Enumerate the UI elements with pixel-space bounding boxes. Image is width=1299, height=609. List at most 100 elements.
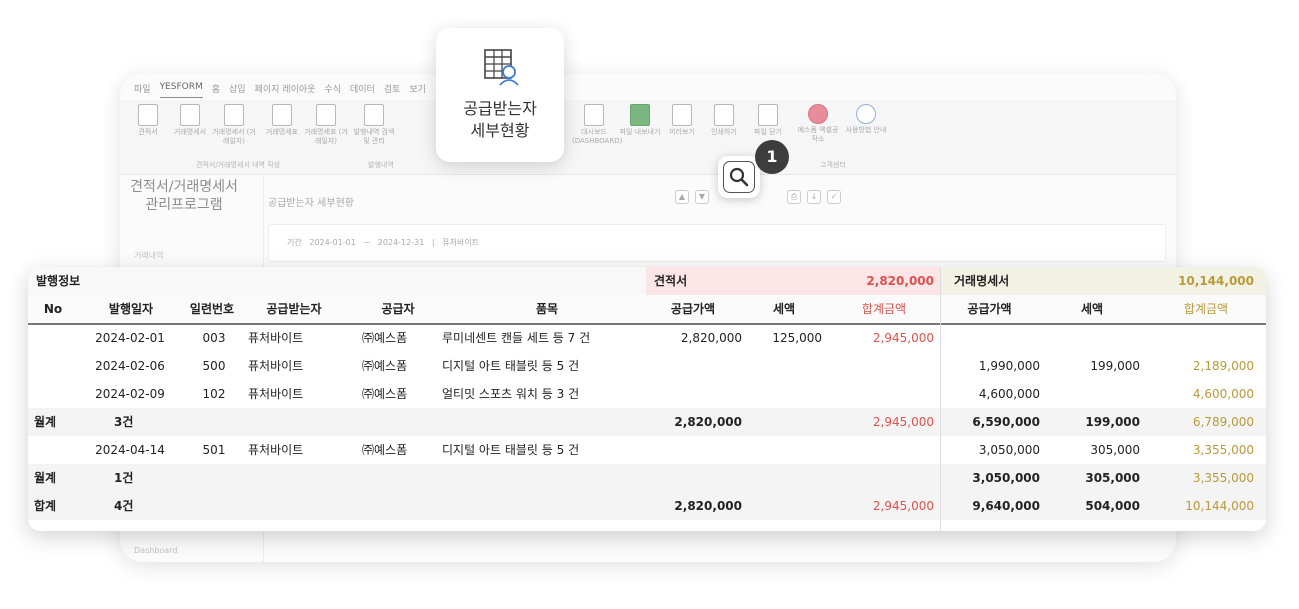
cell-serial: 003: [202, 331, 226, 345]
cell-s-supply: 9,640,000: [972, 499, 1040, 513]
column-header: 공급가액: [967, 302, 1012, 316]
cell-q-tax: [756, 492, 822, 520]
subtotal-row[interactable]: 월계 3건 2,820,000 2,945,000 6,590,000 199,000 6,…: [28, 408, 1266, 436]
cell-q-supply: [654, 464, 742, 492]
print-icon[interactable]: ⎙: [787, 190, 801, 204]
subview-title: 공급받는자 세부현황: [268, 198, 354, 209]
menu-item[interactable]: 수식: [324, 82, 341, 98]
cell-s-total: 3,355,000: [1192, 443, 1254, 457]
cell-q-supply: 2,820,000: [680, 331, 742, 345]
ribbon-button[interactable]: 거래명세서: [168, 104, 212, 137]
ribbon-button[interactable]: 파일 닫기: [746, 104, 790, 137]
cell-buyer: [248, 464, 344, 492]
ribbon-button[interactable]: 거래명세표 (거래일자): [304, 104, 348, 146]
cell-s-tax: [1058, 324, 1140, 352]
customer-detail-card[interactable]: 공급받는자 세부현황: [436, 28, 564, 162]
ribbon-button-label: 대시보드 (DASHBOARD): [572, 128, 623, 145]
ribbon-button[interactable]: 미리보기: [660, 104, 704, 137]
cell-no: [34, 436, 78, 464]
ribbon-button-label: 거래명세서 (거래일자): [212, 128, 256, 145]
check-icon[interactable]: ✓: [827, 190, 841, 204]
menu-item[interactable]: 검토: [384, 82, 401, 98]
cell-q-total: 2,945,000: [872, 415, 934, 429]
zoom-button[interactable]: [718, 156, 760, 198]
sort-down-icon[interactable]: ▼: [695, 190, 709, 204]
download-icon[interactable]: ↓: [807, 190, 821, 204]
dashboard-icon: [584, 104, 604, 126]
ribbon-button-label: 파일 내보내기: [619, 128, 661, 136]
cell-s-tax: 199,000: [1090, 359, 1140, 373]
cell-serial: [186, 408, 242, 436]
table-row[interactable]: 2024-02-06 500 퓨처바이트 ㈜예스폼 디지털 아트 태블릿 등 5 건 1,…: [28, 352, 1266, 380]
table-row[interactable]: 2024-02-01 003 퓨처바이트 ㈜예스폼 루미네센트 캔들 세트 등 7 건 2…: [28, 324, 1266, 352]
sidebar-item-dashboard[interactable]: Dashboard: [134, 546, 177, 555]
table-group-header: 발행정보 견적서 2,820,000 거래명세서 10,144,000: [28, 267, 1266, 296]
ribbon-button[interactable]: 대시보드 (DASHBOARD): [572, 104, 622, 146]
ribbon-button[interactable]: 견적서: [126, 104, 170, 137]
subtotal-row[interactable]: 월계 1건 3,050,000 305,000 3,355,000: [28, 464, 1266, 492]
info-icon: [856, 104, 876, 124]
menu-item[interactable]: YESFORM: [159, 82, 203, 98]
column-header: 일련번호: [189, 302, 235, 316]
document-icon: [180, 104, 200, 126]
menu-item[interactable]: 보기: [409, 82, 426, 98]
cell-s-tax: [1058, 380, 1140, 408]
cell-buyer: [248, 492, 344, 520]
app-title: 견적서/거래명세서 관리프로그램: [120, 178, 248, 214]
cell-s-total: 2,189,000: [1192, 359, 1254, 373]
quote-total: 2,820,000: [866, 274, 934, 288]
magnifier-frame: [723, 161, 755, 193]
cell-no: 월계: [34, 471, 57, 485]
ribbon-button[interactable]: 예스폼 엑셀공작소: [796, 104, 840, 144]
cell-no: [34, 324, 78, 352]
cell-q-total: [836, 380, 934, 408]
cell-item: 루미네센트 캔들 세트 등 7 건: [442, 331, 591, 345]
app-title-line1: 견적서/거래명세서: [130, 179, 238, 195]
cell-s-supply: 3,050,000: [972, 471, 1040, 485]
cell-s-tax: 305,000: [1085, 471, 1140, 485]
cell-q-supply: [654, 436, 742, 464]
sidebar-item-history[interactable]: 거래내역: [134, 250, 163, 261]
menu-item[interactable]: 홈: [212, 82, 220, 98]
cell-q-total: [836, 436, 934, 464]
table-icon: [316, 104, 336, 126]
cell-date: 2024-02-09: [95, 387, 165, 401]
section-divider: [940, 267, 941, 531]
menu-item[interactable]: 파일: [134, 82, 151, 98]
action-toolbar: ⎙ ↓ ✓: [787, 190, 841, 204]
cell-s-total: 3,355,000: [1192, 471, 1254, 485]
table-row[interactable]: 2024-04-14 501 퓨처바이트 ㈜예스폼 디지털 아트 태블릿 등 5 건 3,…: [28, 436, 1266, 464]
ribbon-button[interactable]: 인쇄하기: [702, 104, 746, 137]
ribbon-button[interactable]: 사용방법 안내: [844, 104, 888, 135]
menu-item[interactable]: 삽입: [229, 82, 246, 98]
table-header-row: No 발행일자 일련번호 공급받는자 공급자 품목 공급가액 세액 합계금액 공급가액 세액 합계금액: [28, 295, 1266, 325]
ribbon-button[interactable]: 파일 내보내기: [618, 104, 662, 137]
table-row[interactable]: 2024-02-09 102 퓨처바이트 ㈜예스폼 얼티밋 스포츠 워치 등 3 건 4,…: [28, 380, 1266, 408]
column-header: 공급가액: [670, 302, 716, 316]
cell-q-supply: [654, 352, 742, 380]
sort-up-icon[interactable]: ▲: [675, 190, 689, 204]
cell-no: [34, 380, 78, 408]
cell-q-total: [836, 352, 934, 380]
ribbon-button[interactable]: 발행내역 검색 및 관리: [352, 104, 396, 146]
column-header: No: [43, 302, 63, 316]
cell-q-supply: 2,820,000: [674, 415, 742, 429]
cell-q-supply: [654, 380, 742, 408]
ribbon-group-label: 고객센터: [820, 161, 846, 169]
customer-detail-icon: [484, 49, 519, 86]
menu-item[interactable]: 페이지 레이아웃: [255, 82, 316, 98]
cell-item: 얼티밋 스포츠 워치 등 3 건: [442, 387, 580, 401]
ribbon-group-label: 견적서/거래명세서 내역 작성: [196, 161, 281, 169]
ribbon-button[interactable]: 거래명세서 (거래일자): [212, 104, 256, 146]
cell-supplier: [362, 492, 432, 520]
column-header: 발행일자: [108, 302, 154, 316]
cell-q-total: 2,945,000: [872, 499, 934, 513]
menu-item[interactable]: 데이터: [350, 82, 375, 98]
cell-buyer: 퓨처바이트: [248, 387, 304, 401]
ribbon-button-label: 거래명세표 (거래일자): [304, 128, 348, 145]
app-title-line2: 관리프로그램: [145, 197, 223, 213]
subtotal-row[interactable]: 합계 4건 2,820,000 2,945,000 9,640,000 504,000 10…: [28, 492, 1266, 520]
document-icon: [138, 104, 158, 126]
ribbon-button[interactable]: 거래명세표: [260, 104, 304, 137]
cell-serial: 501: [202, 443, 226, 457]
